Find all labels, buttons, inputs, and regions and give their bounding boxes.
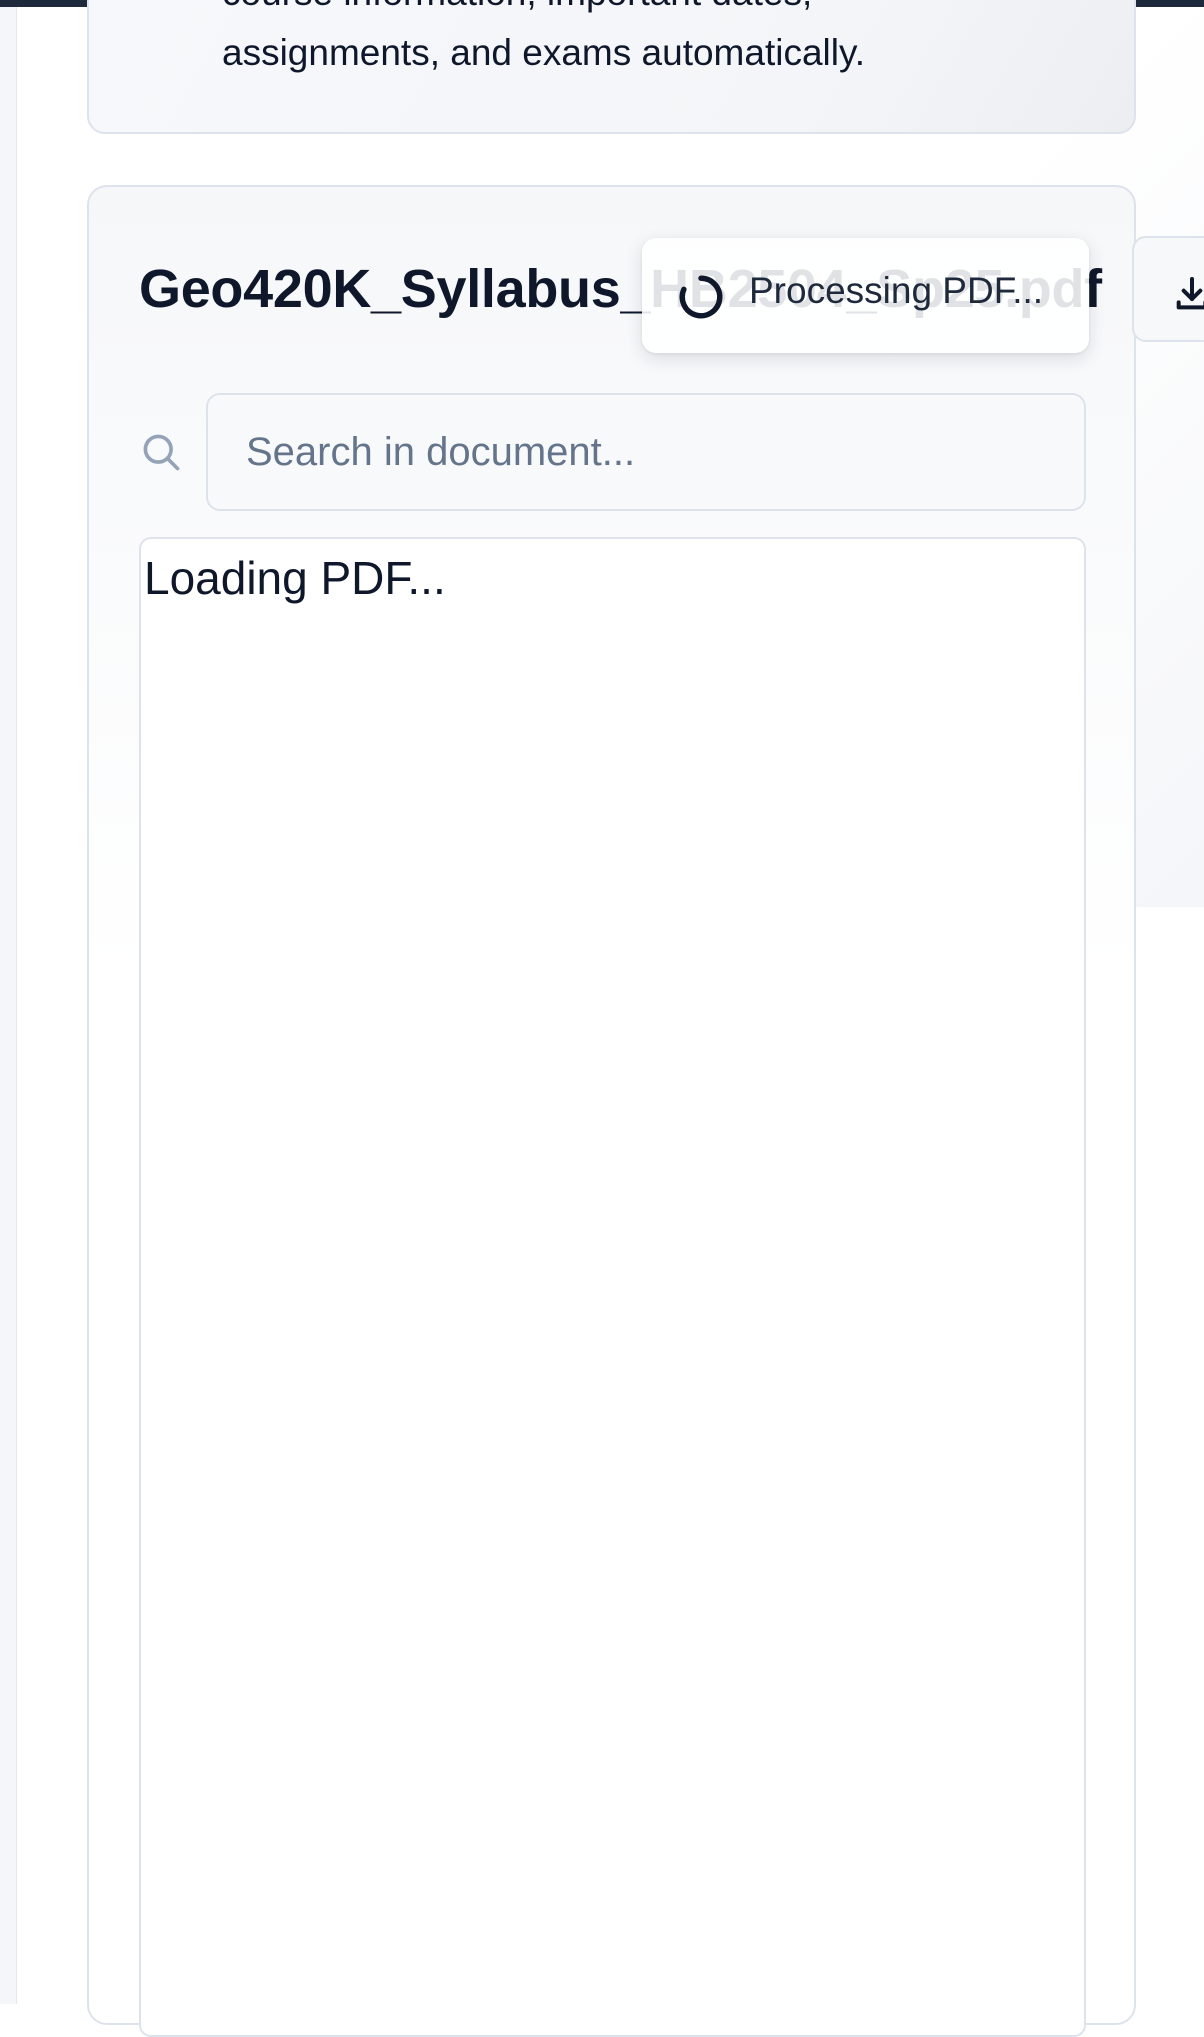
processing-toast: Processing PDF...	[642, 238, 1089, 353]
spinner-icon	[679, 275, 723, 319]
download-icon	[1176, 277, 1204, 310]
left-rail	[0, 7, 17, 2004]
info-description-line-1: course information, important dates,	[222, 0, 812, 14]
toast-message: Processing PDF...	[749, 270, 1044, 311]
pdf-loading-status: Loading PDF...	[144, 552, 446, 604]
info-description-line-2: assignments, and exams automatically.	[222, 32, 866, 73]
search-icon	[143, 434, 180, 471]
pdf-viewer[interactable]: Loading PDF...	[139, 537, 1086, 2037]
download-button[interactable]	[1132, 236, 1204, 342]
document-search-input[interactable]	[206, 393, 1086, 511]
